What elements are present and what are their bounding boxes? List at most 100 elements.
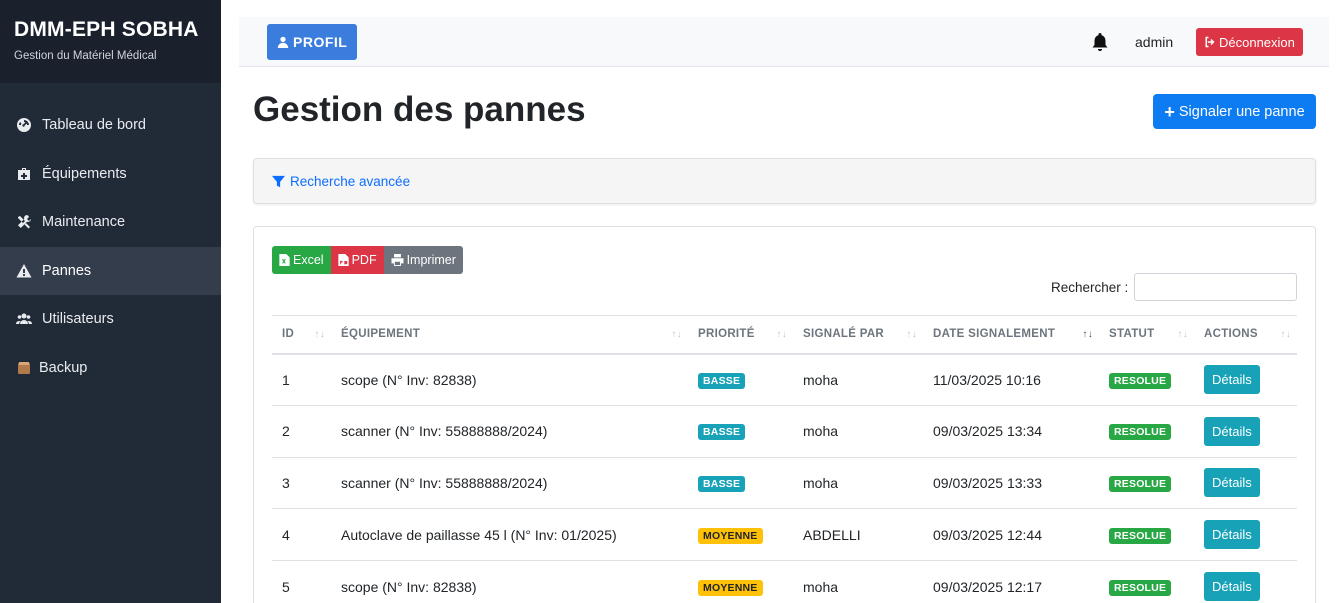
- topbar: PROFIL admin Déconnexion: [239, 17, 1329, 67]
- cell-priorite: MOYENNE: [688, 508, 793, 562]
- cell-statut: RESOLUE: [1099, 353, 1194, 406]
- column-header-priorite[interactable]: PRIORITÉ ↑↓: [688, 315, 793, 355]
- cell-statut: RESOLUE: [1099, 560, 1194, 603]
- cell-id: 4: [272, 508, 331, 562]
- sidebar-item-equipements[interactable]: Équipements: [0, 150, 221, 199]
- advanced-search-toggle[interactable]: Recherche avancée: [272, 174, 410, 189]
- brand-title: DMM-EPH SOBHA: [14, 18, 199, 41]
- advanced-search-label: Recherche avancée: [290, 174, 411, 189]
- priority-badge: MOYENNE: [698, 579, 763, 596]
- sort-desc-icon: ↑↓: [1082, 329, 1093, 340]
- sidebar: DMM-EPH SOBHA Gestion du Matériel Médica…: [0, 0, 221, 603]
- cell-equipement: scope (N° Inv: 82838): [331, 560, 688, 603]
- cell-equipement: scanner (N° Inv: 55888888/2024): [331, 457, 688, 510]
- cell-id: 5: [272, 560, 331, 603]
- status-badge: RESOLUE: [1109, 475, 1172, 492]
- table-search-label: Rechercher :: [1051, 280, 1129, 295]
- profil-button[interactable]: PROFIL: [267, 24, 358, 60]
- column-header-date[interactable]: DATE SIGNALEMENT ↑↓: [923, 315, 1099, 355]
- sidebar-item-utilisateurs[interactable]: Utilisateurs: [0, 295, 221, 344]
- status-badge: RESOLUE: [1109, 527, 1172, 544]
- logout-label: Déconnexion: [1219, 34, 1295, 50]
- priority-badge: BASSE: [698, 372, 746, 389]
- cell-date: 11/03/2025 10:16: [923, 353, 1099, 406]
- sidebar-item-label: Backup: [39, 359, 88, 376]
- medkit-icon: [15, 165, 33, 183]
- priority-badge: BASSE: [698, 424, 746, 441]
- priority-badge: BASSE: [698, 475, 746, 492]
- sidebar-item-label: Pannes: [42, 262, 92, 279]
- cell-date: 09/03/2025 12:17: [923, 560, 1099, 603]
- report-failure-button[interactable]: + Signaler une panne: [1153, 94, 1316, 129]
- status-badge: RESOLUE: [1109, 579, 1172, 596]
- column-header-statut[interactable]: STATUT ↑↓: [1099, 315, 1194, 355]
- report-failure-label: Signaler une panne: [1178, 103, 1305, 120]
- cell-equipement: Autoclave de paillasse 45 l (N° Inv: 01/…: [331, 508, 688, 562]
- details-button[interactable]: Détails: [1204, 468, 1260, 498]
- priority-badge: MOYENNE: [698, 527, 763, 544]
- column-header-id[interactable]: ID ↑↓: [272, 315, 331, 355]
- current-user[interactable]: admin: [1135, 34, 1173, 50]
- cell-priorite: BASSE: [688, 353, 793, 406]
- logout-button[interactable]: Déconnexion: [1196, 28, 1303, 56]
- cell-signale-par: moha: [793, 405, 923, 458]
- column-label: PRIORITÉ: [698, 328, 755, 341]
- printer-icon: [391, 254, 404, 266]
- details-button[interactable]: Détails: [1204, 520, 1260, 550]
- sort-icon: ↑↓: [671, 329, 682, 340]
- column-header-signale-par[interactable]: SIGNALÉ PAR ↑↓: [793, 315, 923, 355]
- brand-subtitle: Gestion du Matériel Médical: [14, 50, 157, 62]
- pdf-file-icon: [337, 254, 349, 266]
- sidebar-item-label: Maintenance: [42, 214, 126, 231]
- cell-statut: RESOLUE: [1099, 405, 1194, 458]
- table-row: 1 scope (N° Inv: 82838) BASSE moha 11/03…: [272, 353, 1297, 406]
- bell-icon[interactable]: [1091, 32, 1109, 52]
- sort-icon: ↑↓: [906, 329, 917, 340]
- sidebar-item-maintenance[interactable]: Maintenance: [0, 198, 221, 247]
- column-header-actions[interactable]: ACTIONS ↑↓: [1194, 315, 1297, 355]
- excel-file-icon: [279, 254, 290, 266]
- export-button-group: Excel PDF Imprimer: [272, 246, 463, 274]
- cell-priorite: BASSE: [688, 405, 793, 458]
- sidebar-item-label: Équipements: [42, 165, 127, 182]
- tools-icon: [15, 213, 33, 231]
- status-badge: RESOLUE: [1109, 424, 1172, 441]
- details-button[interactable]: Détails: [1204, 416, 1260, 446]
- cell-statut: RESOLUE: [1099, 457, 1194, 510]
- cell-actions: Détails: [1194, 353, 1297, 406]
- details-button[interactable]: Détails: [1204, 572, 1260, 602]
- sort-icon: ↑↓: [1177, 329, 1188, 340]
- column-label: ACTIONS: [1204, 328, 1258, 341]
- column-label: STATUT: [1109, 328, 1155, 341]
- users-icon: [15, 310, 33, 328]
- sort-icon: ↑↓: [776, 329, 787, 340]
- column-header-equipement[interactable]: ÉQUIPEMENT ↑↓: [331, 315, 688, 355]
- sidebar-item-backup[interactable]: Backup: [0, 344, 221, 393]
- excel-label: Excel: [293, 253, 324, 267]
- profil-label: PROFIL: [293, 34, 348, 50]
- details-button[interactable]: Détails: [1204, 365, 1260, 395]
- sidebar-item-label: Tableau de bord: [42, 117, 146, 134]
- cell-priorite: BASSE: [688, 457, 793, 510]
- brand: DMM-EPH SOBHA Gestion du Matériel Médica…: [0, 0, 221, 83]
- cell-signale-par: ABDELLI: [793, 508, 923, 562]
- sidebar-item-label: Utilisateurs: [42, 311, 114, 328]
- cell-priorite: MOYENNE: [688, 560, 793, 603]
- pdf-export-button[interactable]: PDF: [330, 246, 384, 274]
- column-label: SIGNALÉ PAR: [803, 328, 885, 341]
- table-search-input[interactable]: [1134, 273, 1297, 301]
- cell-actions: Détails: [1194, 560, 1297, 603]
- cell-statut: RESOLUE: [1099, 508, 1194, 562]
- sidebar-item-pannes[interactable]: Pannes: [0, 246, 221, 295]
- cell-date: 09/03/2025 13:34: [923, 405, 1099, 458]
- warning-icon: [15, 262, 33, 280]
- column-label: DATE SIGNALEMENT: [933, 328, 1056, 341]
- column-label: ID: [282, 328, 295, 341]
- cell-equipement: scope (N° Inv: 82838): [331, 353, 688, 406]
- print-label: Imprimer: [406, 253, 456, 267]
- table-row: 4 Autoclave de paillasse 45 l (N° Inv: 0…: [272, 508, 1297, 562]
- excel-export-button[interactable]: Excel: [272, 246, 331, 274]
- sidebar-item-tableau-de-bord[interactable]: Tableau de bord: [0, 101, 221, 150]
- print-button[interactable]: Imprimer: [383, 246, 463, 274]
- table-card: Excel PDF Imprimer Rechercher : ID ↑↓ ÉQU…: [253, 226, 1316, 603]
